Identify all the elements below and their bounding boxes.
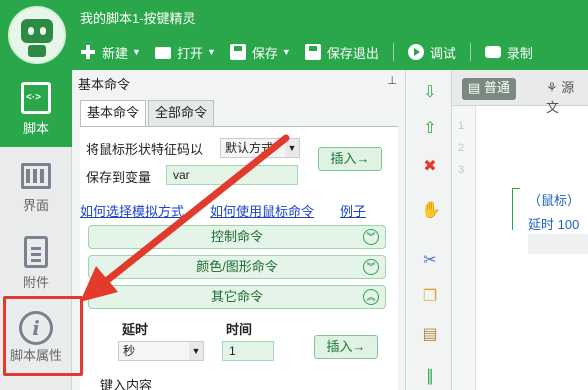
tab-all-commands[interactable]: 全部命令 (148, 100, 215, 126)
collapse-icon: ︽ (363, 289, 379, 305)
copy-icon[interactable]: ❐ (421, 288, 439, 306)
mouse-shape-label: 将鼠标形状特征码以 (86, 142, 204, 157)
link-simulation-mode[interactable]: 如何选择模拟方式 (80, 201, 184, 220)
nav-item-attachment[interactable]: 附件 (0, 224, 72, 301)
attachment-icon (24, 236, 48, 268)
expand-icon: ︾ (363, 259, 379, 275)
code-line[interactable]: 延时 100 (528, 214, 579, 233)
command-panel: 基本命令 ⊥ 基本命令 全部命令 将鼠标形状特征码以 默认方式 ▼ 插入→ 保存… (72, 70, 406, 390)
editor-tool-strip: ⇩ ⇧ ✖ ✋ ✂ ❐ ▤ ∥ (406, 70, 452, 390)
pin-icon[interactable]: ⊥ (387, 74, 397, 87)
insert-button[interactable]: 插入→ (318, 147, 382, 171)
highlight-box (3, 296, 83, 376)
section-other-commands[interactable]: 其它命令 ︽ (88, 285, 386, 309)
chevron-down-icon: ▼ (189, 342, 203, 360)
nav-item-layout[interactable]: 界面 (0, 147, 72, 224)
command-tabs: 基本命令 全部命令 (80, 100, 216, 126)
paste-icon[interactable]: ▤ (421, 326, 439, 344)
plus-icon (80, 44, 96, 60)
app-logo (8, 6, 66, 64)
editor-tabs: ▤ 普通 ⚘ 源文 (452, 70, 588, 115)
chevron-down-icon[interactable]: ▼ (132, 47, 141, 57)
unit-select[interactable]: 秒 ▼ (118, 341, 204, 361)
cut-icon[interactable]: ✂ (421, 252, 439, 270)
expand-icon: ︾ (363, 229, 379, 245)
save-exit-icon (304, 44, 321, 60)
hand-icon[interactable]: ✋ (421, 202, 441, 220)
fold-marker (512, 188, 520, 230)
link-mouse-command[interactable]: 如何使用鼠标命令 (210, 201, 314, 220)
list-icon: ▤ (468, 80, 484, 95)
time-input[interactable]: 1 (222, 341, 274, 361)
current-line[interactable] (528, 234, 588, 254)
source-icon: ⚘ (546, 80, 562, 95)
tab-basic-commands[interactable]: 基本命令 (80, 100, 147, 126)
save-var-label: 保存到变量 (86, 170, 152, 185)
debug-button[interactable]: 调试 (407, 43, 456, 62)
save-button[interactable]: 保存 ▼ (229, 43, 291, 62)
line-gutter: 1 2 3 (452, 106, 476, 390)
toolbar-divider (392, 43, 394, 61)
window-title: 我的脚本1-按键精灵 (80, 11, 196, 26)
variable-input[interactable]: var (166, 165, 298, 185)
panel-title: 基本命令 (78, 77, 131, 92)
insert-delay-button[interactable]: 插入→ (314, 335, 378, 359)
chevron-down-icon: ▼ (285, 139, 299, 157)
play-icon (407, 44, 424, 60)
layout-icon (21, 163, 51, 189)
open-button[interactable]: 打开 ▼ (154, 43, 216, 62)
nav-item-script[interactable]: 脚本 (0, 70, 72, 147)
arrow-up-icon[interactable]: ⇧ (421, 120, 439, 138)
save-exit-button[interactable]: 保存退出 (304, 43, 379, 62)
arrow-down-icon[interactable]: ⇩ (421, 84, 439, 102)
time-label: 时间 (226, 322, 253, 337)
camera-icon (484, 46, 501, 58)
delay-label: 延时 (122, 322, 149, 337)
script-editor: ▤ 普通 ⚘ 源文 1 2 3 （鼠标） 延时 100 (452, 70, 588, 390)
main-toolbar: 新建 ▼ 打开 ▼ 保存 ▼ 保存退出 调试 录制 (80, 40, 547, 64)
toolbar-divider (469, 43, 471, 61)
folder-icon (154, 47, 171, 59)
delete-icon[interactable]: ✖ (421, 158, 439, 176)
mouse-mode-select[interactable]: 默认方式 ▼ (220, 138, 300, 158)
chevron-down-icon[interactable]: ▼ (282, 47, 291, 57)
record-button[interactable]: 录制 (484, 43, 533, 62)
comment-icon[interactable]: ∥ (421, 368, 439, 386)
link-example[interactable]: 例子 (340, 201, 366, 220)
tab-source-view[interactable]: ⚘ 源文 (540, 78, 588, 115)
section-control-commands[interactable]: 控制命令 ︾ (88, 225, 386, 249)
chevron-down-icon[interactable]: ▼ (207, 47, 216, 57)
app-header: 我的脚本1-按键精灵 新建 ▼ 打开 ▼ 保存 ▼ 保存退出 调试 录制 (0, 0, 588, 70)
save-icon (229, 44, 246, 60)
script-icon (21, 82, 51, 114)
code-line[interactable]: （鼠标） (528, 190, 580, 209)
type-content-label: 键入内容 (100, 378, 153, 390)
command-content: 将鼠标形状特征码以 默认方式 ▼ 插入→ 保存到变量 var 如何选择模拟方式 … (80, 126, 398, 390)
new-button[interactable]: 新建 ▼ (80, 43, 141, 62)
section-color-graphics[interactable]: 颜色/图形命令 ︾ (88, 255, 386, 279)
tab-normal-view[interactable]: ▤ 普通 (462, 78, 516, 100)
